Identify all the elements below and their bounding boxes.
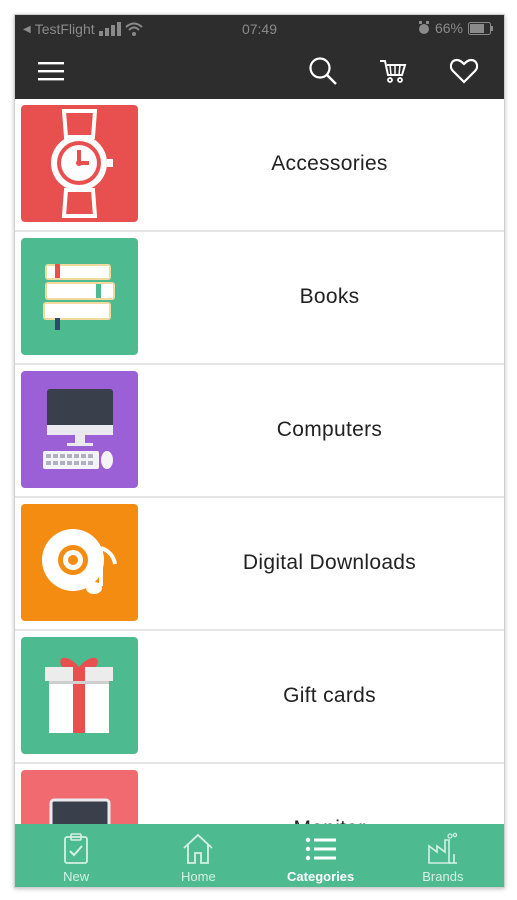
category-label: Books — [299, 284, 360, 308]
gift-icon — [21, 637, 138, 754]
top-toolbar — [15, 43, 504, 99]
tab-label: Categories — [287, 869, 355, 884]
category-row-monitor[interactable]: Monitor — [15, 764, 504, 824]
category-tile-digital-downloads — [21, 504, 138, 621]
tab-home[interactable]: Home — [137, 824, 259, 887]
heart-icon[interactable] — [448, 55, 480, 87]
battery-icon — [468, 21, 493, 35]
category-row-digital-downloads[interactable]: Digital Downloads — [15, 498, 504, 631]
category-label: Computers — [276, 417, 383, 441]
watch-icon — [21, 105, 138, 222]
tab-label: Home — [181, 869, 216, 884]
category-tile-gift-cards — [21, 637, 138, 754]
computer-icon — [21, 371, 138, 488]
list-icon — [305, 837, 336, 861]
phone-screen: ◀ TestFlight 07:49 66% Accessories Books… — [14, 14, 505, 888]
books-icon — [21, 238, 138, 355]
category-tile-computers — [21, 371, 138, 488]
bottom-tab-bar: New Home Categories Brands — [15, 824, 504, 887]
category-row-books[interactable]: Books — [15, 232, 504, 365]
menu-icon[interactable] — [35, 55, 67, 87]
status-right: 66% — [418, 20, 494, 36]
category-label: Gift cards — [283, 683, 376, 707]
category-tile-monitor — [21, 770, 138, 824]
category-tile-accessories — [21, 105, 138, 222]
clipboard-check-icon — [64, 833, 89, 864]
tab-label: New — [63, 869, 90, 884]
tab-brands[interactable]: Brands — [382, 824, 504, 887]
monitor-icon — [21, 770, 138, 824]
alarm-icon — [418, 21, 429, 34]
category-tile-books — [21, 238, 138, 355]
factory-icon — [428, 832, 458, 864]
search-icon[interactable] — [307, 55, 339, 87]
category-label: Accessories — [271, 151, 388, 175]
battery-percent: 66% — [434, 20, 463, 36]
status-bar: ◀ TestFlight 07:49 66% — [15, 15, 504, 43]
category-row-computers[interactable]: Computers — [15, 365, 504, 498]
cart-icon[interactable] — [377, 55, 409, 87]
tab-new[interactable]: New — [15, 824, 137, 887]
tab-categories[interactable]: Categories — [260, 824, 382, 887]
category-label: Digital Downloads — [242, 550, 417, 574]
tab-label: Brands — [422, 869, 464, 884]
category-list[interactable]: Accessories Books Computers Digital Down… — [15, 99, 504, 824]
category-row-gift-cards[interactable]: Gift cards — [15, 631, 504, 764]
home-icon — [183, 833, 213, 864]
category-row-accessories[interactable]: Accessories — [15, 99, 504, 232]
music-disc-icon — [21, 504, 138, 621]
category-label: Monitor — [155, 764, 504, 825]
